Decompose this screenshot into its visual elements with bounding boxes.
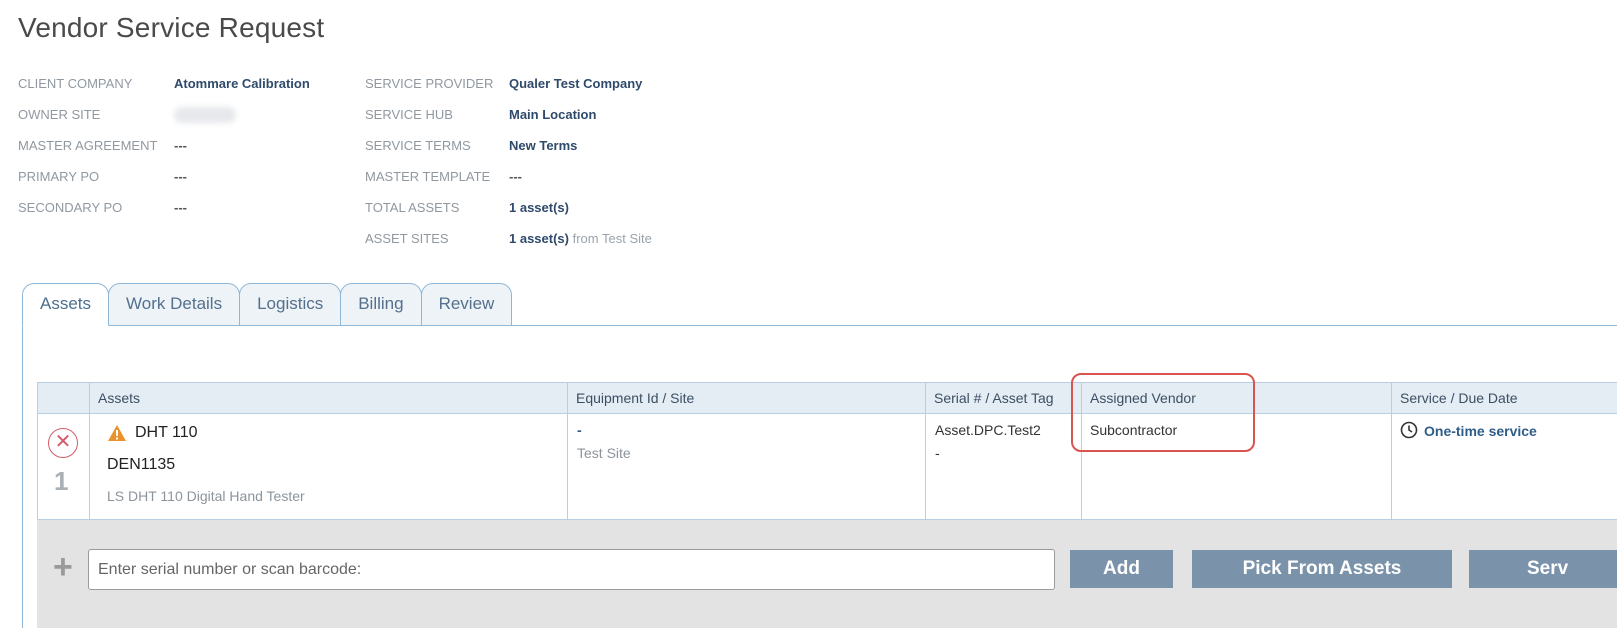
tab-assets[interactable]: Assets xyxy=(22,283,110,326)
plus-icon[interactable]: + xyxy=(53,550,73,584)
column-header-equipment-id[interactable]: Equipment Id / Site xyxy=(567,383,925,414)
service-link[interactable]: One-time service xyxy=(1400,421,1537,439)
tab-work-details[interactable]: Work Details xyxy=(108,283,241,326)
column-header-assets[interactable]: Assets xyxy=(89,383,567,414)
asset-name-line: DHT 110 xyxy=(107,424,198,442)
serial-number: Asset.DPC.Test2 xyxy=(935,422,1041,438)
secondary-po-value: --- xyxy=(174,200,187,215)
equipment-id[interactable]: - xyxy=(577,422,582,438)
asset-name[interactable]: DHT 110 xyxy=(135,424,198,442)
total-assets-label: TOTAL ASSETS xyxy=(365,200,460,215)
asset-sites-label: ASSET SITES xyxy=(365,231,449,246)
asset-id: DEN1135 xyxy=(107,456,176,473)
tab-bar: Assets Work Details Logistics Billing Re… xyxy=(22,283,513,326)
owner-site-label: OWNER SITE xyxy=(18,107,101,122)
table-row: ✕ 1 DHT 110 DEN1135 LS DHT 110 Digital H… xyxy=(37,414,1617,520)
column-header-service-due-date[interactable]: Service / Due Date xyxy=(1391,383,1617,414)
primary-po-label: PRIMARY PO xyxy=(18,169,100,184)
service-hub-label: SERVICE HUB xyxy=(365,107,453,122)
asset-description: LS DHT 110 Digital Hand Tester xyxy=(107,488,305,504)
grid-header: Assets Equipment Id / Site Serial # / As… xyxy=(37,382,1617,414)
service-terms-label: SERVICE TERMS xyxy=(365,138,471,153)
service-type: One-time service xyxy=(1424,423,1537,439)
service-cell: One-time service xyxy=(1391,414,1617,519)
serial-search-input[interactable] xyxy=(88,549,1055,590)
primary-po-value: --- xyxy=(174,169,187,184)
redacted-value xyxy=(174,107,236,123)
asset-sites-value: 1 asset(s) from Test Site xyxy=(509,231,652,246)
service-provider-label: SERVICE PROVIDER xyxy=(365,76,494,91)
tab-logistics[interactable]: Logistics xyxy=(239,283,342,326)
asset-sites-count[interactable]: 1 asset(s) xyxy=(509,231,569,246)
service-provider-value[interactable]: Qualer Test Company xyxy=(509,76,642,91)
service-terms-value[interactable]: New Terms xyxy=(509,138,577,153)
total-assets-value[interactable]: 1 asset(s) xyxy=(509,200,569,215)
clock-icon xyxy=(1400,421,1418,439)
add-button[interactable]: Add xyxy=(1070,550,1173,588)
master-agreement-label: MASTER AGREEMENT xyxy=(18,138,158,153)
serial-cell: Asset.DPC.Test2 - xyxy=(925,414,1081,519)
column-header-assigned-vendor[interactable]: Assigned Vendor xyxy=(1081,383,1391,414)
asset-sites-suffix: from Test Site xyxy=(572,231,652,246)
asset-tag: - xyxy=(935,445,940,461)
secondary-po-label: SECONDARY PO xyxy=(18,200,123,215)
master-template-label: MASTER TEMPLATE xyxy=(365,169,491,184)
master-template-value: --- xyxy=(509,169,522,184)
close-circle-icon[interactable]: ✕ xyxy=(48,428,78,458)
owner-site-value xyxy=(174,107,236,126)
master-agreement-value: --- xyxy=(174,138,187,153)
client-company-label: CLIENT COMPANY xyxy=(18,76,133,91)
equipment-cell: - Test Site xyxy=(567,414,925,519)
vendor-cell: Subcontractor xyxy=(1081,414,1391,519)
column-header-serial[interactable]: Serial # / Asset Tag xyxy=(925,383,1081,414)
add-asset-bar: + Add Pick From Assets Serv xyxy=(37,520,1617,628)
warning-triangle-icon xyxy=(108,425,126,441)
page-title: Vendor Service Request xyxy=(18,12,325,43)
service-button[interactable]: Serv xyxy=(1469,550,1617,588)
tab-billing[interactable]: Billing xyxy=(340,283,422,326)
service-hub-value[interactable]: Main Location xyxy=(509,107,596,122)
assigned-vendor[interactable]: Subcontractor xyxy=(1090,422,1177,438)
asset-cell: DHT 110 DEN1135 LS DHT 110 Digital Hand … xyxy=(89,414,567,519)
pick-from-assets-button[interactable]: Pick From Assets xyxy=(1192,550,1452,588)
tab-review[interactable]: Review xyxy=(420,283,513,326)
client-company-value[interactable]: Atommare Calibration xyxy=(174,76,310,91)
row-number: 1 xyxy=(54,466,69,496)
equipment-site: Test Site xyxy=(577,445,631,461)
